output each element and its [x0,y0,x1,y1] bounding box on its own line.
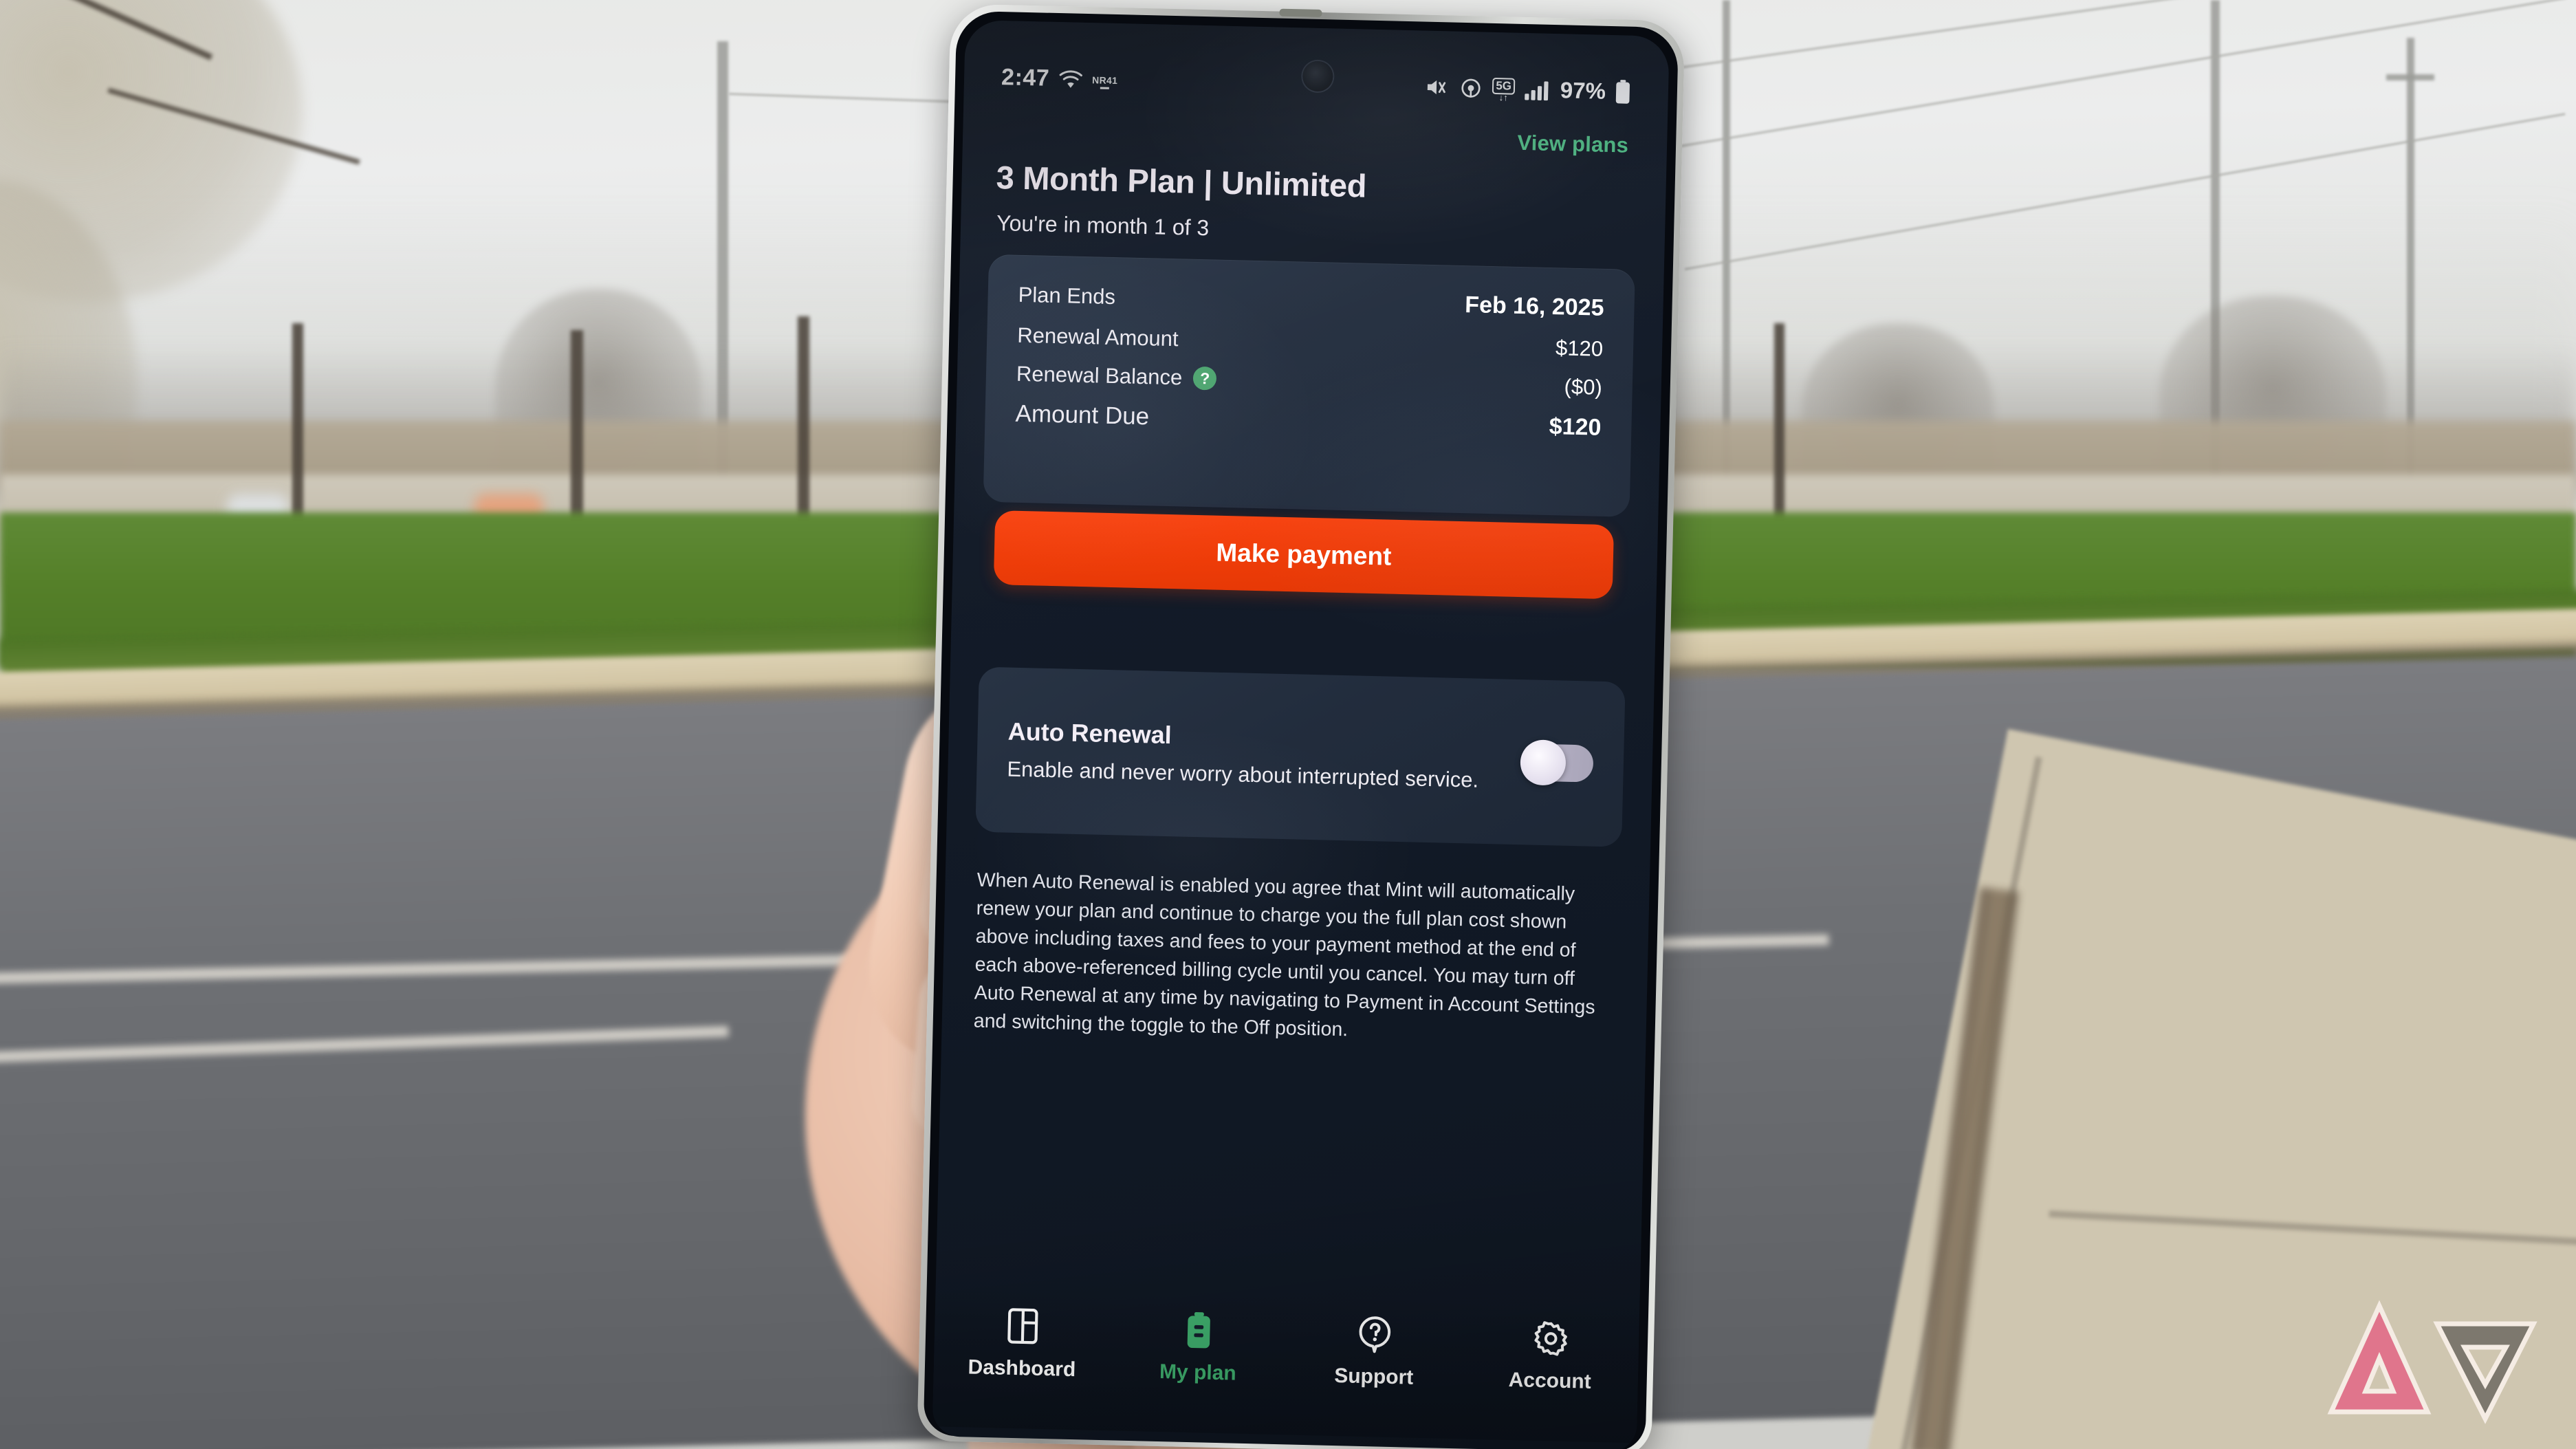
logo-triangle-a [2327,1300,2432,1415]
detail-row-plan-ends: Plan Ends Feb 16, 2025 [1018,281,1604,322]
view-plans-link[interactable]: View plans [1517,131,1628,158]
cell-signal-icon [1525,81,1549,101]
auto-renewal-description: Enable and never worry about interrupted… [1007,756,1479,792]
mute-icon [1428,80,1446,95]
hotspot-icon [1461,78,1481,98]
nav-label: My plan [1159,1360,1237,1385]
view-plans-row: View plans [1517,131,1628,158]
detail-row-renewal-balance: Renewal Balance ? ($0) [1016,362,1603,400]
auto-renewal-toggle[interactable] [1520,739,1594,786]
battery-plan-icon [1180,1310,1218,1351]
battery-percent: 97% [1560,77,1606,104]
nav-label: Dashboard [968,1355,1076,1382]
detail-value: $120 [1555,336,1604,361]
status-bar-right: 5G ↓↑ 97% [1423,74,1632,105]
network-label: NR41 [1091,74,1118,86]
make-payment-button[interactable]: Make payment [993,510,1615,600]
plan-progress-text: You're in month 1 of 3 [996,210,1210,241]
dashboard-grid-icon [1004,1306,1042,1347]
wifi-icon [1059,69,1082,88]
android-police-logo [2319,1281,2546,1426]
nav-label: Account [1508,1368,1592,1393]
network-dash [1100,86,1109,89]
bottom-navigation-bar: Dashboard My plan Support Account [932,1289,1640,1443]
battery-icon [1615,80,1630,104]
auto-renewal-title: Auto Renewal [1007,717,1172,750]
auto-renewal-card: Auto Renewal Enable and never worry abou… [975,666,1626,847]
detail-value: ($0) [1564,374,1603,400]
gear-icon [1532,1318,1570,1359]
detail-value: $120 [1549,413,1602,441]
status-time: 2:47 [1001,63,1050,91]
detail-row-renewal-amount: Renewal Amount $120 [1017,323,1604,362]
page-title: 3 Month Plan | Unlimited [996,158,1367,204]
nav-item-my-plan[interactable]: My plan [1118,1309,1278,1386]
toggle-knob [1520,739,1567,786]
detail-value: Feb 16, 2025 [1464,292,1604,321]
nav-item-dashboard[interactable]: Dashboard [943,1305,1102,1382]
detail-row-amount-due: Amount Due $120 [1015,400,1602,442]
logo-triangle-p [2433,1321,2537,1424]
detail-label: Renewal Amount [1016,323,1179,351]
5g-icon: 5G ↓↑ [1492,77,1516,102]
network-indicator: NR41 [1091,74,1118,89]
detail-label: Amount Due [1015,400,1150,431]
question-mark-icon[interactable]: ? [1192,366,1217,391]
plan-details-list: Plan Ends Feb 16, 2025 Renewal Amount $1… [983,254,1635,517]
smartphone: 2:47 NR41 5G ↓↑ 97% View plans 3 Month P… [917,0,1707,1449]
pole-crossarm [2386,74,2434,80]
phone-screen: 2:47 NR41 5G ↓↑ 97% View plans 3 Month P… [932,19,1670,1449]
question-bubble-icon [1356,1314,1394,1355]
nav-item-account[interactable]: Account [1470,1317,1630,1395]
detail-label: Renewal Balance [1016,361,1183,390]
auto-renewal-disclaimer: When Auto Renewal is enabled you agree t… [973,869,1595,1041]
plan-details-card: Plan Ends Feb 16, 2025 Renewal Amount $1… [983,254,1635,517]
detail-label: Plan Ends [1018,282,1116,309]
my-plan-screen: View plans 3 Month Plan | Unlimited You'… [932,20,1670,1449]
detail-label-wrap: Renewal Balance ? [1016,362,1217,391]
auto-renewal-text: Auto Renewal Enable and never worry abou… [1007,717,1483,794]
nav-item-support[interactable]: Support [1294,1313,1454,1391]
earpiece-speaker [1279,8,1322,18]
nav-label: Support [1333,1364,1414,1389]
status-bar-left: 2:47 NR41 [1001,64,1118,94]
data-arrows-icon: ↓↑ [1498,91,1508,102]
